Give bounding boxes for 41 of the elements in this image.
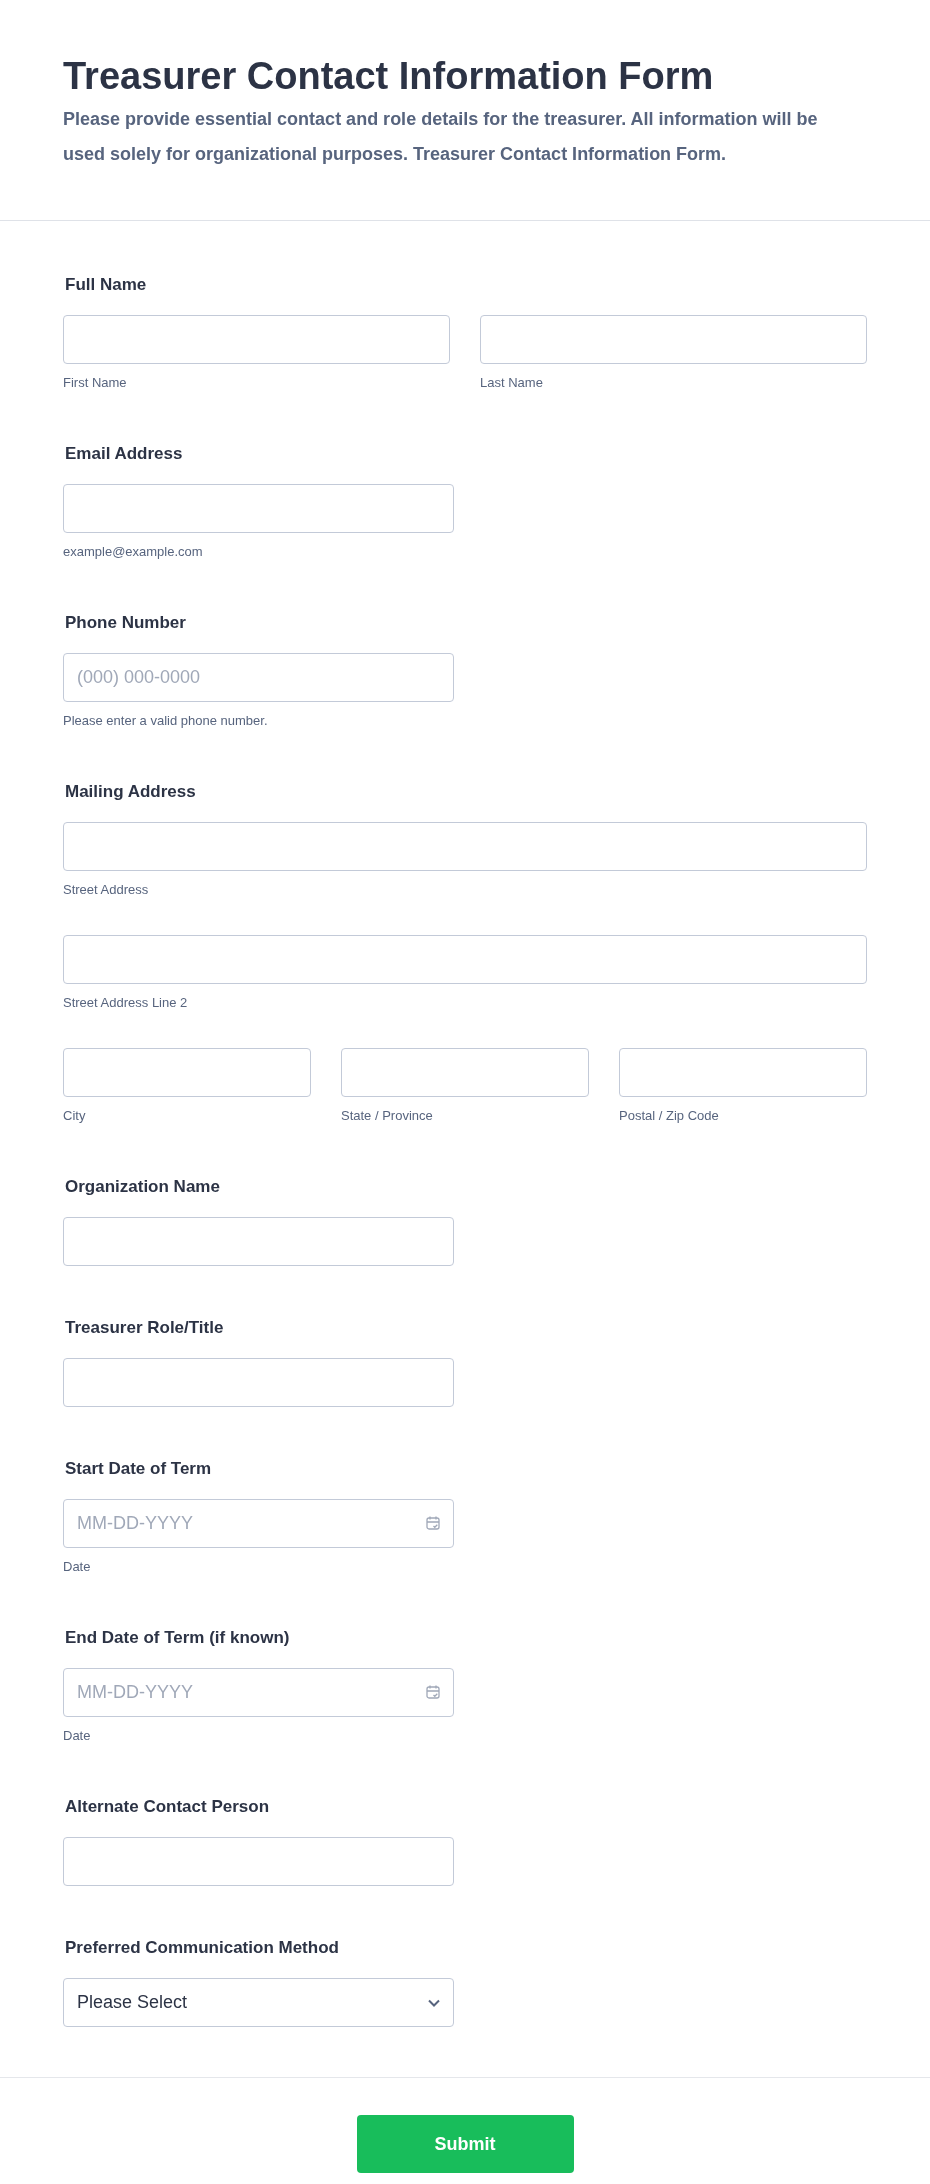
field-label: Preferred Communication Method [65,1937,340,1959]
field-label: Mailing Address [65,781,197,803]
field-sublabel: First Name [63,374,128,392]
field-label: Treasurer Role/Title [65,1317,225,1339]
field-label: Organization Name [65,1176,221,1198]
date-field[interactable]: MM-DD-YYYY [63,1499,454,1548]
field-label: Phone Number [65,612,187,634]
text-field[interactable] [63,822,867,871]
text-field[interactable] [63,1837,454,1886]
dropdown-select[interactable]: Please Select [63,1978,454,2027]
field-label: Alternate Contact Person [65,1796,271,1818]
field-sublabel: Date [63,1727,92,1745]
text-field[interactable] [63,1217,454,1266]
field-label: Start Date of Term [65,1458,213,1480]
calendar-icon [425,1684,441,1700]
text-field[interactable]: (000) 000-0000 [63,653,454,702]
calendar-icon [425,1515,441,1531]
form-description: Please provide essential contact and role details for the treasurer. All information will be used solely for organizational purposes. Treasurer Contact Information Form. [63,108,819,166]
field-label: Email Address [65,443,184,465]
form-title: Treasurer Contact Information Form [63,54,715,99]
text-field[interactable] [63,315,450,364]
chevron-down-icon [428,1998,440,2007]
field-sublabel: Please enter a valid phone number. [63,712,269,730]
text-field[interactable] [63,484,454,533]
text-field[interactable] [63,1358,454,1407]
field-sublabel: State / Province [341,1107,434,1125]
text-field[interactable] [63,935,867,984]
text-field[interactable] [341,1048,589,1097]
field-sublabel: Postal / Zip Code [619,1107,720,1125]
field-sublabel: Street Address Line 2 [63,994,189,1012]
field-label: Full Name [65,274,148,296]
field-sublabel: Last Name [480,374,544,392]
field-sublabel: Street Address [63,881,150,899]
text-field[interactable] [480,315,867,364]
text-field[interactable] [619,1048,867,1097]
field-sublabel: City [63,1107,87,1125]
text-field[interactable] [63,1048,311,1097]
field-sublabel: Date [63,1558,92,1576]
field-sublabel: example@example.com [63,543,204,561]
field-label: End Date of Term (if known) [65,1627,291,1649]
date-field[interactable]: MM-DD-YYYY [63,1668,454,1717]
